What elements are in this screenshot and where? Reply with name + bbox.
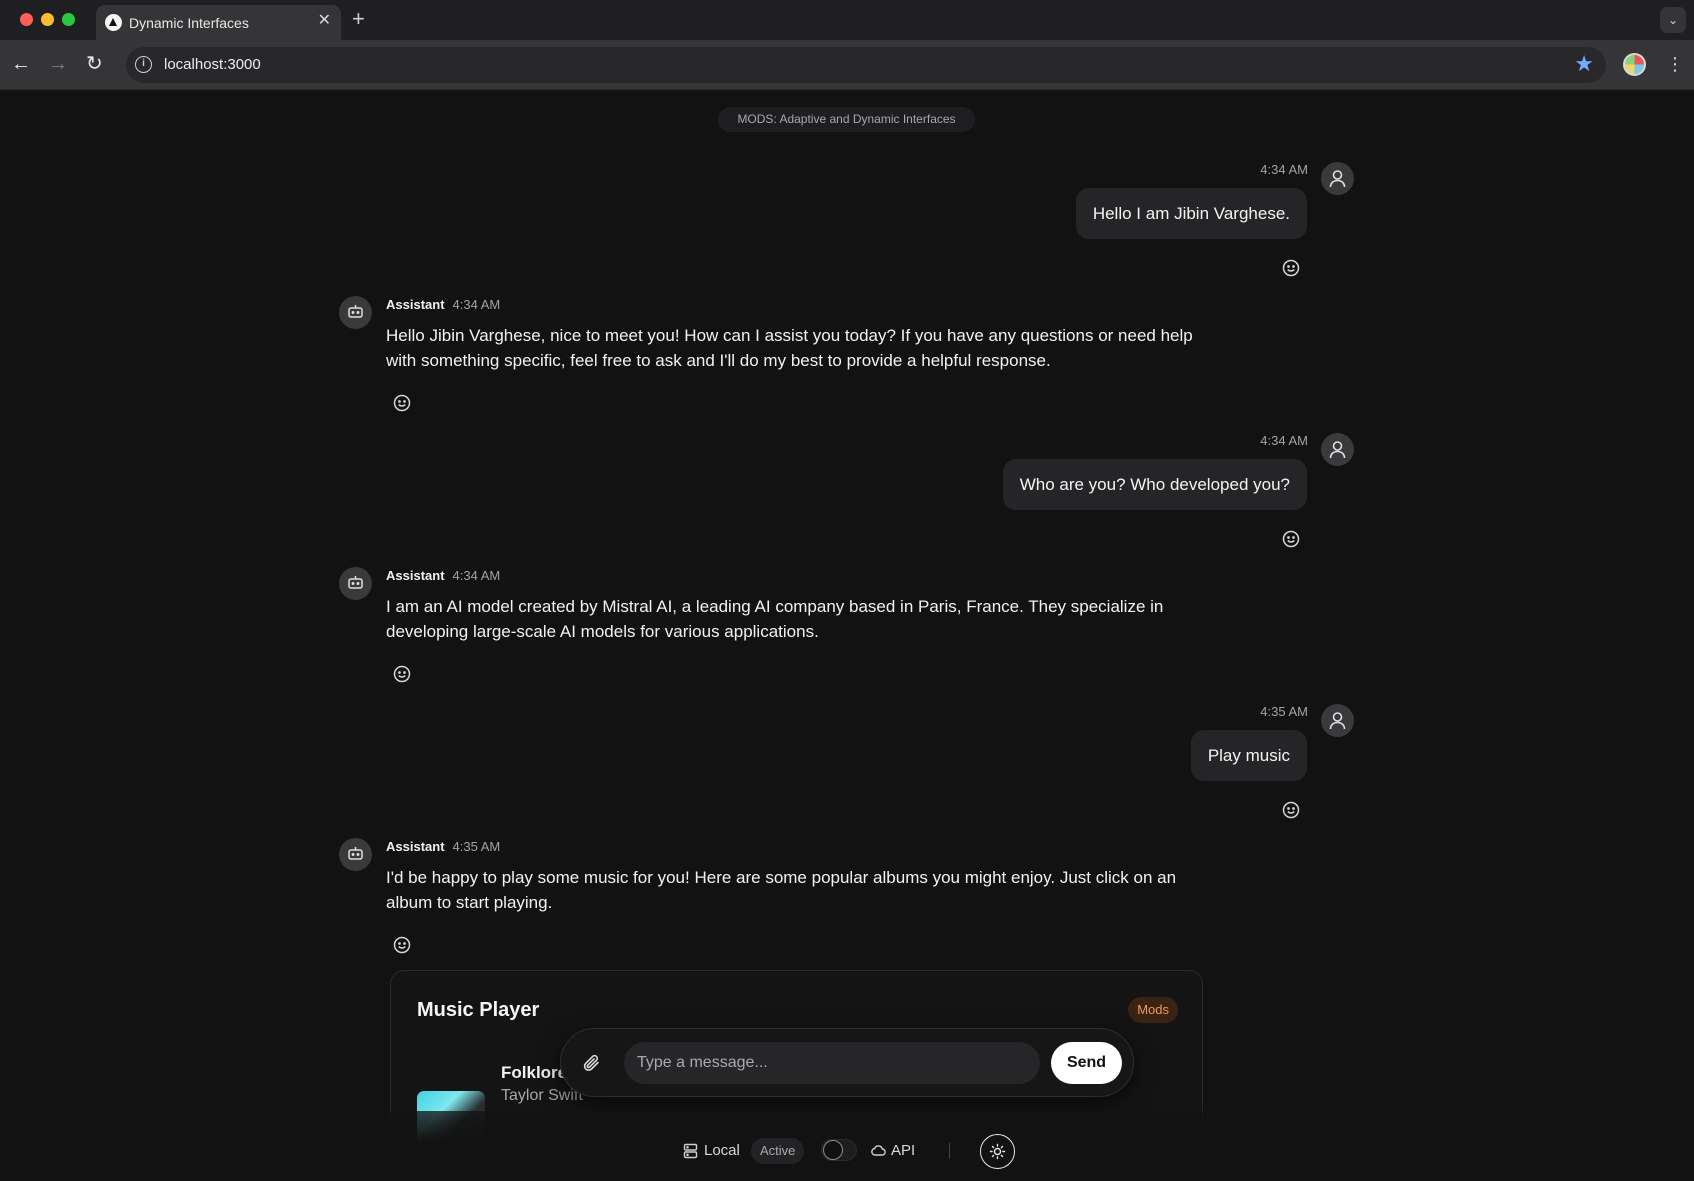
tab-close-icon[interactable]: ✕ [318, 12, 331, 30]
url-text[interactable]: localhost:3000 [164, 56, 261, 73]
smiley-icon[interactable] [393, 394, 411, 412]
back-arrow-icon[interactable]: ← [11, 53, 31, 75]
assistant-message-text: I'd be happy to play some music for you!… [386, 868, 1177, 912]
bot-icon [348, 305, 363, 318]
message-timestamp: 4:35 AM [452, 839, 501, 854]
vercel-logo-icon [105, 14, 122, 31]
user-icon [1329, 441, 1346, 459]
address-bar[interactable]: i localhost:3000 ★ [126, 47, 1606, 83]
browser-tab[interactable]: Dynamic Interfaces ✕ [96, 5, 341, 40]
smiley-icon[interactable] [1282, 801, 1300, 819]
music-player-title: Music Player [417, 999, 540, 1021]
sun-icon [989, 1143, 1006, 1160]
tab-bar: Dynamic Interfaces ✕ + ⌄ [0, 0, 1694, 40]
message-timestamp: 4:34 AM [1260, 433, 1308, 448]
local-api-toggle[interactable] [821, 1139, 857, 1161]
cloud-icon [871, 1145, 886, 1156]
server-icon [683, 1143, 698, 1159]
smiley-icon[interactable] [393, 665, 411, 683]
tab-title: Dynamic Interfaces [129, 15, 249, 31]
app-banner: MODS: Adaptive and Dynamic Interfaces [718, 107, 975, 132]
user-icon [1329, 712, 1346, 730]
smiley-icon[interactable] [393, 936, 411, 954]
message-timestamp: 4:34 AM [452, 568, 501, 583]
user-avatar [1321, 162, 1354, 195]
assistant-message-text: I am an AI model created by Mistral AI, … [386, 597, 1164, 641]
user-message-bubble: Play music [1190, 730, 1307, 781]
paperclip-icon[interactable] [583, 1053, 601, 1073]
album-name[interactable]: Folklore [501, 1063, 567, 1083]
assistant-avatar [339, 838, 372, 871]
assistant-message-header: Assistant 4:35 AM [386, 839, 500, 854]
assistant-message-header: Assistant 4:34 AM [386, 568, 500, 583]
local-mode-label[interactable]: Local [704, 1142, 740, 1159]
user-message-bubble: Hello I am Jibin Varghese. [1075, 188, 1307, 239]
browser-toolbar: ← → ↻ i localhost:3000 ★ ⋮ [0, 40, 1694, 90]
user-icon [1329, 170, 1346, 188]
site-info-icon[interactable]: i [135, 56, 152, 73]
theme-toggle-button[interactable] [980, 1134, 1015, 1169]
new-tab-button[interactable]: + [352, 6, 365, 32]
forward-arrow-icon[interactable]: → [48, 53, 68, 75]
reload-icon[interactable]: ↻ [86, 53, 103, 75]
smiley-icon[interactable] [1282, 530, 1300, 548]
browser-menu-icon[interactable]: ⋮ [1666, 52, 1684, 76]
send-button[interactable]: Send [1051, 1042, 1122, 1084]
user-message-bubble: Who are you? Who developed you? [1002, 459, 1307, 510]
maximize-window-button[interactable] [62, 13, 75, 26]
active-status-badge: Active [751, 1138, 805, 1164]
assistant-message-header: Assistant 4:34 AM [386, 297, 500, 312]
status-bar: Local Active API [0, 1131, 1694, 1171]
user-avatar [1321, 433, 1354, 466]
smiley-icon[interactable] [1282, 259, 1300, 277]
chat-page: MODS: Adaptive and Dynamic Interfaces 4:… [0, 91, 1694, 1181]
assistant-avatar [339, 296, 372, 329]
assistant-name: Assistant [386, 297, 445, 312]
minimize-window-button[interactable] [41, 13, 54, 26]
assistant-avatar [339, 567, 372, 600]
api-mode-label[interactable]: API [891, 1142, 915, 1159]
bookmark-star-icon[interactable]: ★ [1574, 52, 1594, 76]
toggle-knob [823, 1140, 843, 1160]
bot-icon [348, 847, 363, 860]
message-composer: Send [560, 1028, 1134, 1097]
message-timestamp: 4:34 AM [1260, 162, 1308, 177]
browser-window: Dynamic Interfaces ✕ + ⌄ ← → ↻ i localho… [0, 0, 1694, 1181]
assistant-message-text: Hello Jibin Varghese, nice to meet you! … [386, 326, 1193, 370]
assistant-name: Assistant [386, 568, 445, 583]
bot-icon [348, 576, 363, 589]
message-input[interactable] [624, 1042, 1040, 1084]
close-window-button[interactable] [20, 13, 33, 26]
message-timestamp: 4:34 AM [452, 297, 501, 312]
album-artist: Taylor Swift [501, 1087, 583, 1104]
mods-badge: Mods [1128, 997, 1178, 1023]
tab-search-chevron-icon[interactable]: ⌄ [1660, 7, 1686, 33]
message-timestamp: 4:35 AM [1260, 704, 1308, 719]
profile-avatar-icon[interactable] [1623, 53, 1646, 76]
status-divider [949, 1143, 950, 1159]
user-avatar [1321, 704, 1354, 737]
assistant-name: Assistant [386, 839, 445, 854]
